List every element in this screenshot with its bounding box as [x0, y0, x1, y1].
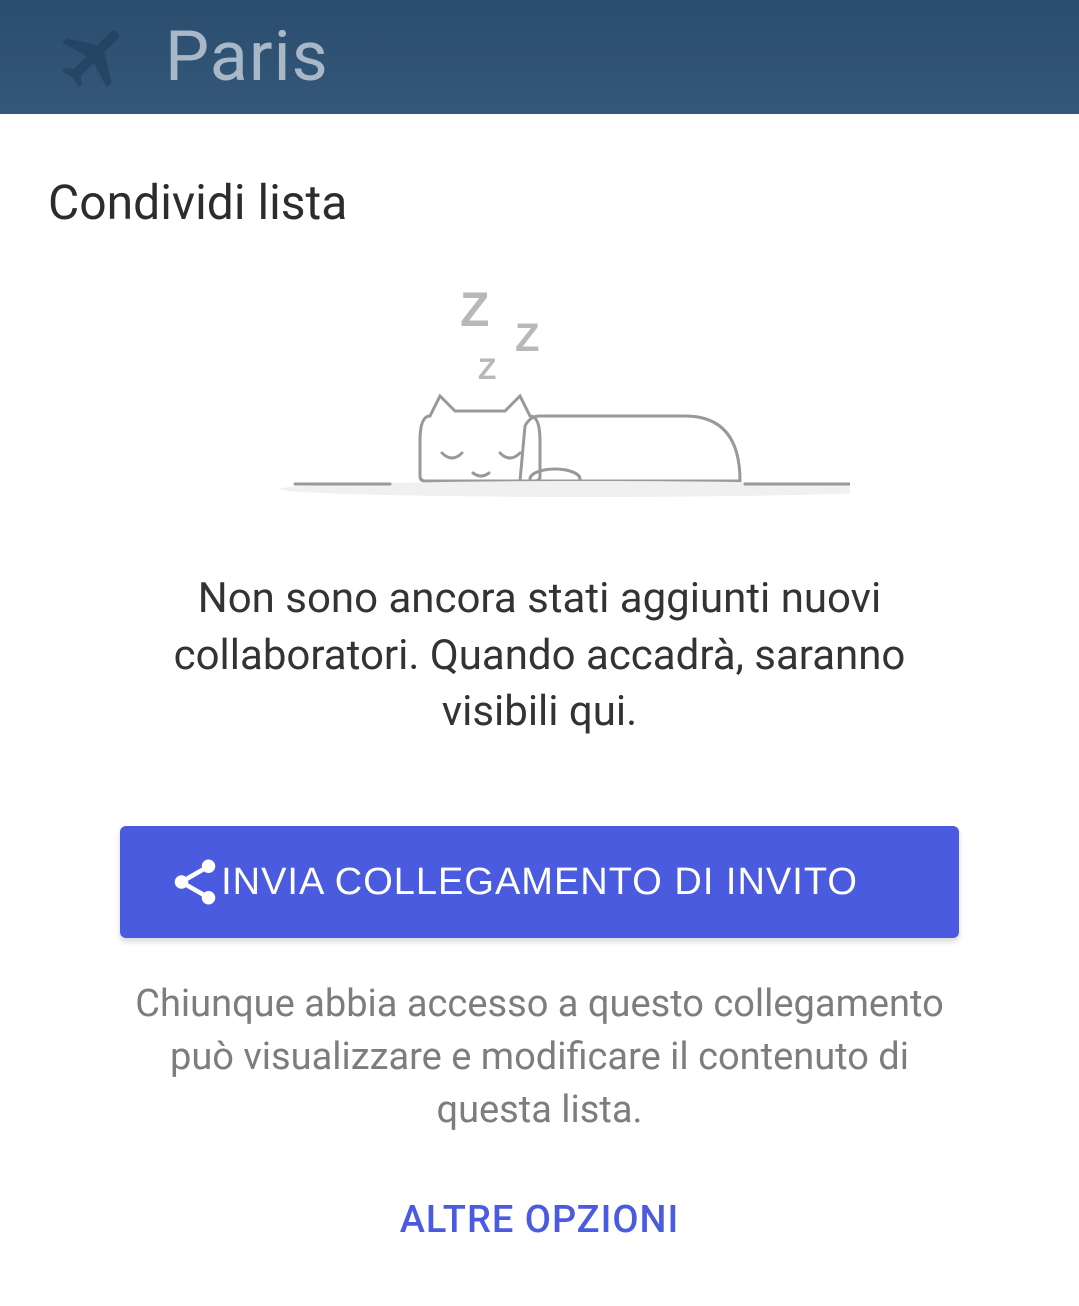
app-header: Paris: [0, 0, 1079, 114]
empty-state-message: Non sono ancora stati aggiunti nuovi col…: [48, 571, 1031, 741]
more-options-button[interactable]: ALTRE OPZIONI: [48, 1198, 1031, 1242]
svg-text:Z: Z: [478, 353, 496, 386]
share-icon: [168, 855, 222, 909]
airplane-icon: [55, 17, 135, 97]
header-title: Paris: [165, 16, 329, 98]
access-disclaimer: Chiunque abbia accesso a questo collegam…: [48, 978, 1031, 1138]
empty-state-illustration: Z Z Z: [48, 281, 1031, 511]
page-title: Condividi lista: [48, 174, 1031, 231]
svg-text:Z: Z: [515, 316, 539, 360]
main-content: Condividi lista Z Z Z: [0, 114, 1079, 1242]
invite-button-label: INVIA COLLEGAMENTO DI INVITO: [221, 861, 858, 904]
send-invite-link-button[interactable]: INVIA COLLEGAMENTO DI INVITO: [120, 826, 959, 938]
sleeping-cat-icon: Z Z Z: [230, 281, 850, 511]
svg-text:Z: Z: [460, 284, 489, 337]
